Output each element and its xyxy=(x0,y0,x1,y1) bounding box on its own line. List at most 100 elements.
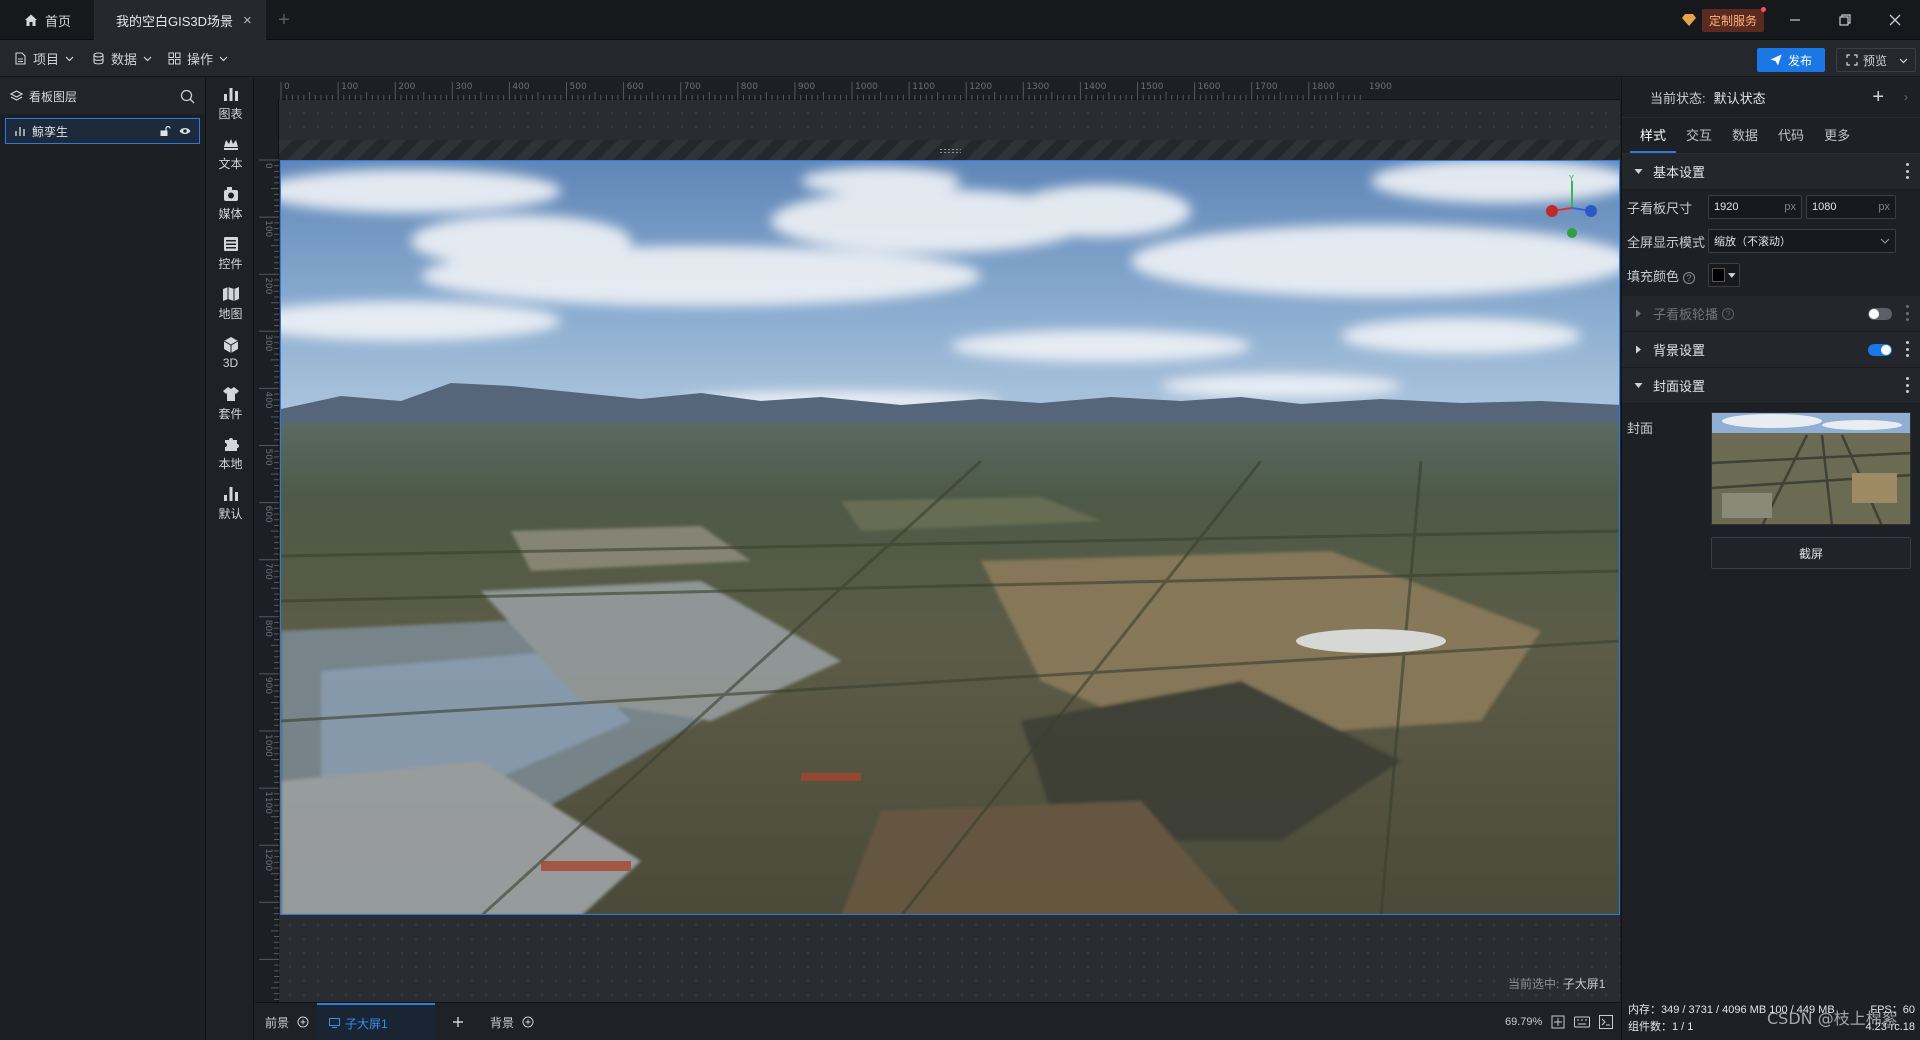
chevron-down-icon[interactable] xyxy=(1899,56,1908,65)
state-value[interactable]: 默认状态 xyxy=(1714,88,1766,107)
more-vertical-icon[interactable] xyxy=(1906,305,1910,321)
close-icon xyxy=(1889,14,1901,26)
fill-color-label: 填充颜色 xyxy=(1627,268,1680,284)
chevron-right-icon[interactable]: › xyxy=(1904,90,1908,104)
gis-3d-scene[interactable]: Y xyxy=(280,160,1620,915)
close-window-button[interactable] xyxy=(1870,0,1920,40)
fit-screen-icon[interactable] xyxy=(1551,1015,1565,1029)
add-circle-icon[interactable] xyxy=(297,1016,309,1028)
tab-front[interactable]: 前景 xyxy=(265,1003,309,1040)
tab-scene[interactable]: 我的空白GIS3D场景 × xyxy=(94,0,266,40)
csdn-watermark: CSDN @枝上棉絮 xyxy=(1767,1009,1898,1028)
ruler-tick-label: 800 xyxy=(263,620,273,637)
text-icon xyxy=(223,138,238,150)
tab-sub-screen[interactable]: 子大屏1 xyxy=(317,1003,435,1040)
carousel-toggle[interactable] xyxy=(1868,308,1892,320)
keyboard-icon[interactable] xyxy=(1574,1016,1591,1028)
section-carousel[interactable]: 子看板轮播? xyxy=(1622,296,1920,332)
comp-local[interactable]: 本地 xyxy=(207,428,254,478)
add-circle-icon[interactable] xyxy=(522,1016,534,1028)
grid-icon xyxy=(168,52,181,65)
menu-data[interactable]: 数据 xyxy=(92,40,152,77)
chevron-down-icon xyxy=(65,56,74,62)
section-cover-settings[interactable]: 封面设置 xyxy=(1622,368,1920,404)
help-icon[interactable]: ? xyxy=(1722,307,1735,320)
width-input[interactable]: 1920 px xyxy=(1708,195,1802,219)
section-carousel-title: 子看板轮播 xyxy=(1653,307,1719,322)
minimize-button[interactable] xyxy=(1770,0,1820,40)
help-icon[interactable]: ? xyxy=(1683,271,1696,284)
add-state-button[interactable]: + xyxy=(1872,87,1884,107)
menu-project[interactable]: 项目 xyxy=(14,40,74,77)
more-vertical-icon[interactable] xyxy=(1906,341,1910,357)
screenshot-button[interactable]: 截屏 xyxy=(1711,537,1911,569)
comp-text[interactable]: 文本 xyxy=(207,128,254,178)
search-icon[interactable] xyxy=(180,89,195,104)
caret-right-icon xyxy=(1636,309,1641,318)
horizontal-ruler-ticks: 0 100 200 300 400 500 600 700 800 900 1000 1100 1200… xyxy=(280,82,1392,100)
preview-button[interactable]: 预览 xyxy=(1836,48,1916,72)
comp-chart[interactable]: 图表 xyxy=(207,78,254,128)
fullscreen-mode-select[interactable]: 缩放（不滚动） xyxy=(1708,229,1896,253)
tab-sub-screen-label: 子大屏1 xyxy=(345,1016,388,1031)
comp-map[interactable]: 地图 xyxy=(207,278,254,328)
ruler-tick-label: 1100 xyxy=(263,791,273,814)
tab-background[interactable]: 背景 xyxy=(490,1003,534,1040)
database-icon xyxy=(93,52,104,65)
unlock-icon[interactable] xyxy=(159,125,171,137)
vertical-ruler[interactable]: 0 100 200 300 400 500 600 700 800 900 1000 1100 1200 xyxy=(255,100,279,1002)
close-tab-icon[interactable]: × xyxy=(243,12,252,29)
axis-gizmo[interactable]: Y xyxy=(1539,173,1609,243)
ruler-tick-label: 0 xyxy=(263,163,273,169)
fill-color-picker[interactable] xyxy=(1708,263,1740,287)
custom-service-label: 定制服务 xyxy=(1702,6,1767,32)
height-value: 1080 xyxy=(1812,201,1837,213)
comp-widget[interactable]: 控件 xyxy=(207,228,254,278)
fullscreen-mode-row: 全屏显示模式 缩放（不滚动） xyxy=(1622,224,1920,258)
comp-default[interactable]: 默认 xyxy=(207,478,254,528)
background-toggle[interactable] xyxy=(1868,344,1892,356)
tab-code[interactable]: 代码 xyxy=(1768,125,1814,153)
comp-media[interactable]: 媒体 xyxy=(207,178,254,228)
fill-color-row: 填充颜色? xyxy=(1622,258,1920,292)
default-chart-icon xyxy=(223,486,238,501)
publish-button[interactable]: 发布 xyxy=(1757,48,1825,72)
layer-item[interactable]: 鲸孪生 xyxy=(5,118,200,144)
comp-kit[interactable]: 套件 xyxy=(207,378,254,428)
more-vertical-icon[interactable] xyxy=(1906,377,1910,393)
height-input[interactable]: 1080 px xyxy=(1806,195,1896,219)
ruler-tick-label: 300 xyxy=(455,82,472,92)
screen-top-handle[interactable] xyxy=(279,140,1620,160)
widget-icon xyxy=(223,236,238,251)
ruler-tick-label: 800 xyxy=(741,82,758,92)
more-vertical-icon[interactable] xyxy=(1906,163,1910,179)
section-background-settings[interactable]: 背景设置 xyxy=(1622,332,1920,368)
chevron-down-icon xyxy=(1880,238,1890,244)
zoom-level[interactable]: 69.79% xyxy=(1505,1016,1542,1028)
tab-interaction[interactable]: 交互 xyxy=(1676,125,1722,153)
horizontal-ruler[interactable]: 0 100 200 300 400 500 600 700 800 900 1000 1100 1200… xyxy=(279,78,1620,100)
tab-home-label: 首页 xyxy=(45,13,72,29)
tab-data[interactable]: 数据 xyxy=(1722,125,1768,153)
tab-style[interactable]: 样式 xyxy=(1630,125,1677,153)
comp-3d[interactable]: 3D xyxy=(207,328,254,378)
caret-down-icon xyxy=(1728,273,1736,278)
section-basic-settings[interactable]: 基本设置 xyxy=(1622,154,1920,190)
send-icon xyxy=(1770,54,1782,66)
section-cover-title: 封面设置 xyxy=(1653,379,1706,394)
svg-text:Y: Y xyxy=(1568,174,1574,183)
restore-button[interactable] xyxy=(1820,0,1870,40)
ruler-tick-label: 1000 xyxy=(263,734,273,757)
drag-grip[interactable] xyxy=(939,148,961,153)
eye-icon[interactable] xyxy=(179,125,191,137)
menu-operate[interactable]: 操作 xyxy=(168,40,228,77)
cover-thumbnail[interactable] xyxy=(1711,412,1911,525)
comp-kit-label: 套件 xyxy=(218,406,243,421)
terminal-icon[interactable] xyxy=(1599,1015,1614,1029)
comp-3d-label: 3D xyxy=(222,356,239,370)
custom-service-button[interactable]: 定制服务 xyxy=(1682,6,1767,32)
add-tab-button[interactable]: + xyxy=(272,0,296,40)
tab-home[interactable]: 首页 xyxy=(0,0,94,40)
tab-more[interactable]: 更多 xyxy=(1814,125,1860,153)
add-sub-screen-button[interactable] xyxy=(452,1003,464,1040)
